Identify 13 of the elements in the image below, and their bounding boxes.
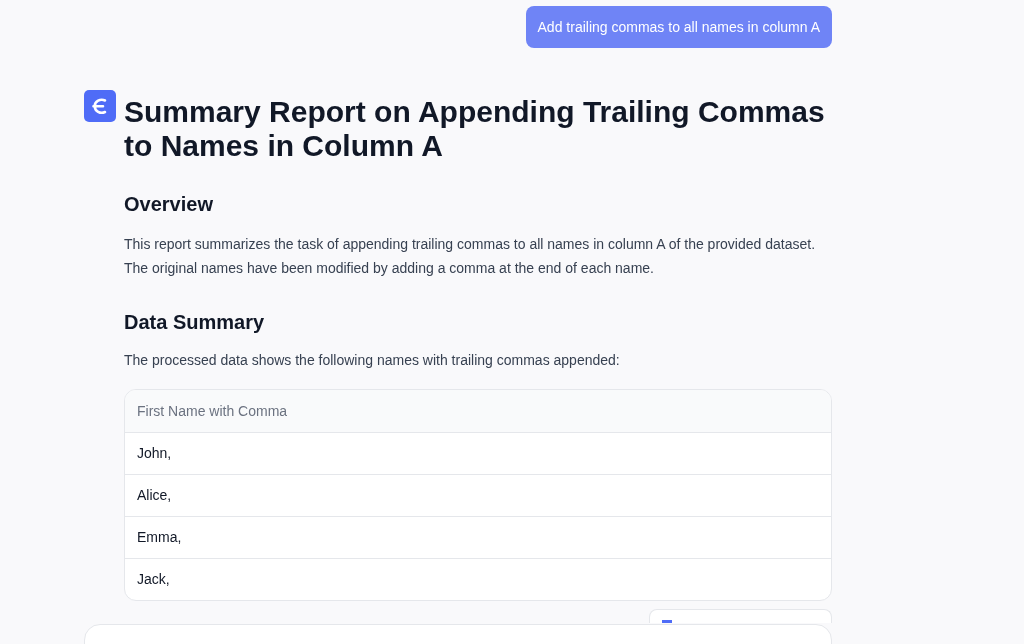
section-heading: Overview: [124, 192, 214, 217]
section-heading: Data Summary: [124, 310, 266, 335]
table-cell-text: Alice,: [136, 486, 173, 505]
section-paragraph: This report summarizes the task of appending trailing commas to all names in column A of the provided dataset. The original names have been modified by adding a comma at the end of each name.: [124, 235, 817, 278]
table-cell-text: Jack,: [136, 570, 171, 589]
user-message-bubble: Add trailing commas to all names in column A: [525, 6, 832, 48]
table-cell-text: Emma,: [136, 528, 183, 547]
table-cell-text: John,: [136, 444, 173, 463]
column-header: First Name with Comma: [136, 401, 289, 421]
action-button[interactable]: [649, 609, 832, 623]
report-title: Summary Report on Appending Trailing Commas to Names in Column A: [124, 95, 826, 163]
section-paragraph: The processed data shows the following names with trailing commas appended:: [124, 351, 621, 370]
app-logo-icon: [84, 90, 116, 122]
